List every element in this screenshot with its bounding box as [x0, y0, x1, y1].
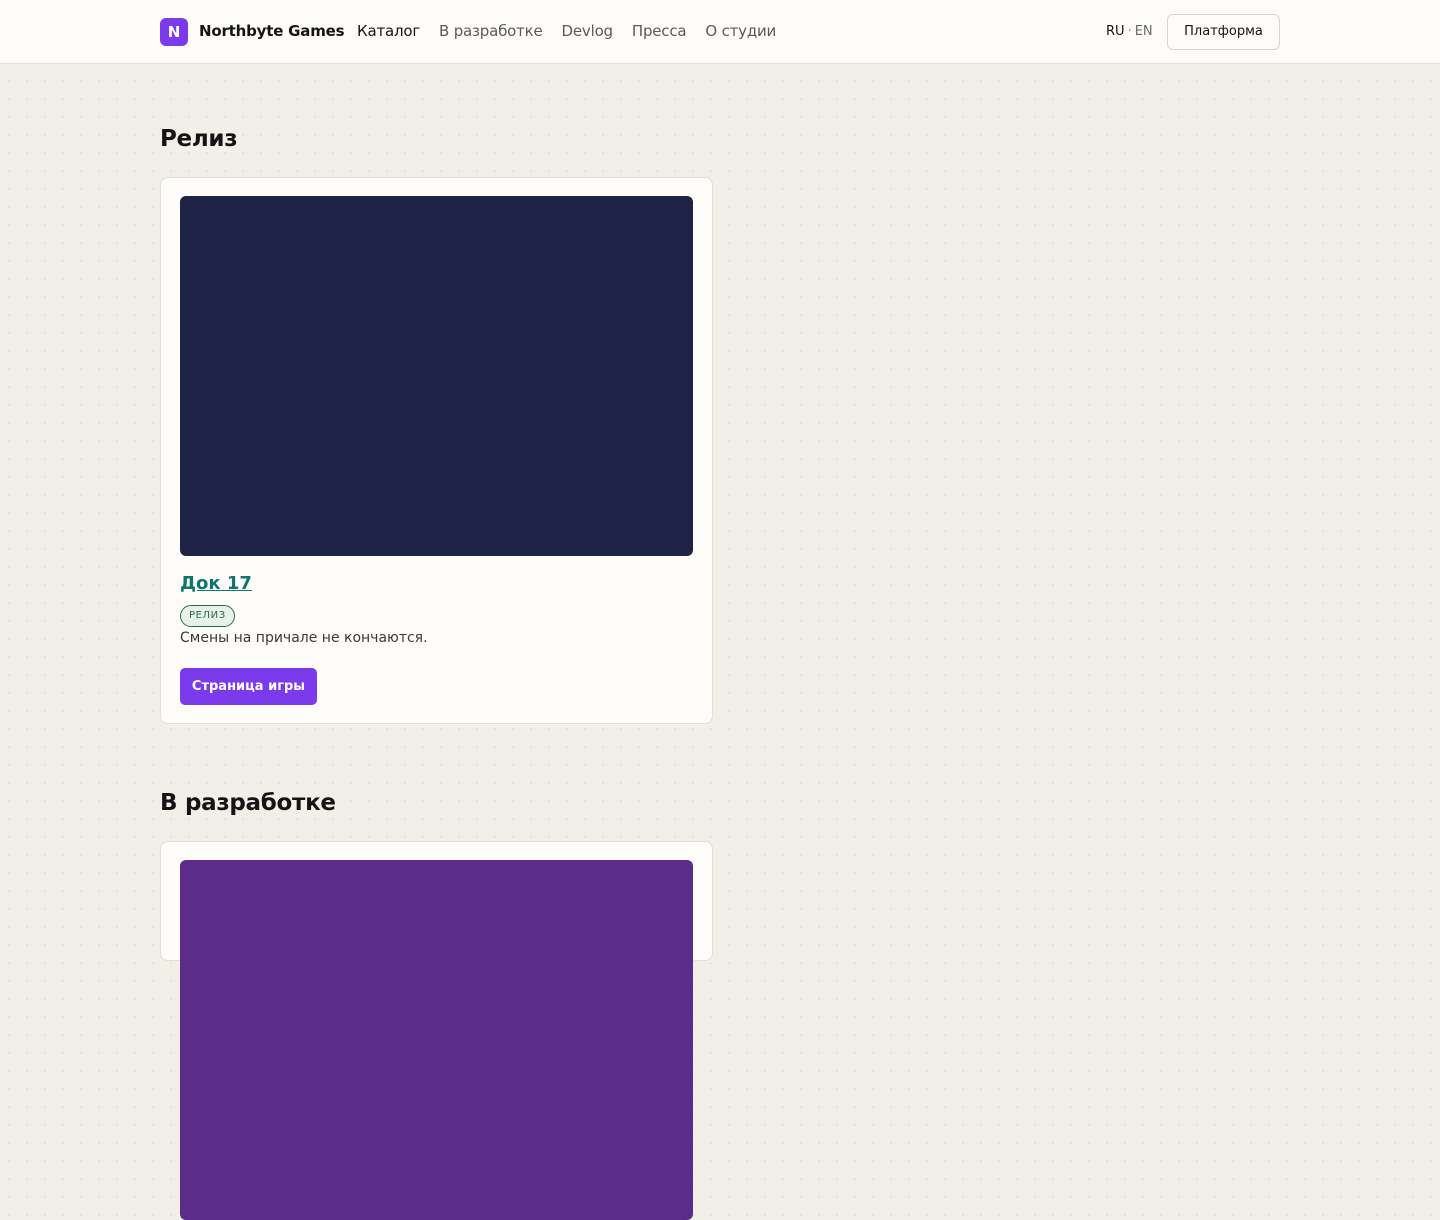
studio-logo-icon[interactable]: N [160, 18, 188, 46]
nav-link-press[interactable]: Пресса [632, 22, 687, 40]
game-cover-image[interactable] [180, 196, 693, 556]
game-page-button[interactable]: Страница игры [180, 668, 317, 705]
lang-separator: · [1127, 24, 1132, 39]
game-card-in-development [160, 841, 713, 1220]
language-switcher: RU · EN [1106, 24, 1153, 39]
game-title-link[interactable]: Док 17 [180, 573, 252, 594]
section-title-in-development: В разработке [160, 790, 336, 816]
game-card-release: Док 17 РЕЛИЗ Смены на причале не кончают… [160, 177, 713, 724]
lang-en[interactable]: EN [1135, 24, 1153, 39]
nav-link-catalog[interactable]: Каталог [357, 22, 420, 40]
brand-name[interactable]: Northbyte Games [199, 22, 345, 40]
section-title-release: Релиз [160, 126, 238, 152]
nav-link-devlog[interactable]: Devlog [562, 22, 614, 40]
status-badge: РЕЛИЗ [180, 605, 235, 627]
main-nav: Каталог В разработке Devlog Пресса О сту… [357, 22, 795, 40]
nav-link-about-studio[interactable]: О студии [705, 22, 776, 40]
nav-link-in-development[interactable]: В разработке [439, 22, 543, 40]
game-description: Смены на причале не кончаются. [180, 630, 428, 646]
lang-ru[interactable]: RU [1106, 24, 1125, 39]
game-cover-image[interactable] [180, 860, 693, 1220]
platform-button[interactable]: Платформа [1167, 14, 1280, 50]
top-navigation-bar: N Northbyte Games Каталог В разработке D… [0, 0, 1440, 64]
